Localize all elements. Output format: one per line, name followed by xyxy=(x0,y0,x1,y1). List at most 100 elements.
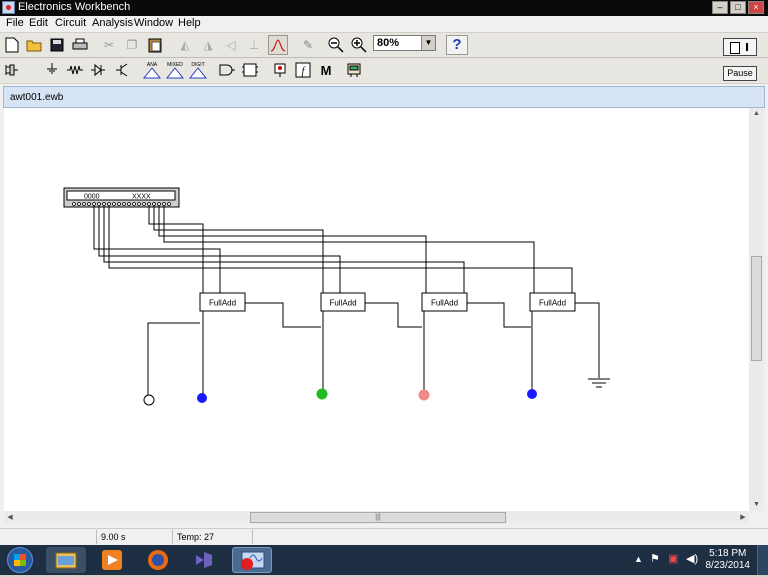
circuit-canvas[interactable]: 0000 XXXX FullAdd FullAdd FullAdd FullAd… xyxy=(4,108,749,511)
rotate-icon[interactable]: ◭ xyxy=(175,35,195,55)
menu-file[interactable]: File xyxy=(6,17,24,29)
sources-bin-icon[interactable] xyxy=(42,60,62,80)
show-hidden-icons-icon[interactable]: ▲ xyxy=(634,554,643,564)
basic-bin-icon[interactable] xyxy=(65,60,85,80)
volume-icon[interactable]: ◀) xyxy=(686,552,698,565)
mixed-ics-bin-icon[interactable]: MIXED xyxy=(164,60,186,80)
windows-logo-icon xyxy=(7,547,33,573)
save-icon[interactable] xyxy=(47,35,67,55)
menu-window[interactable]: Window xyxy=(134,17,173,29)
graph-icon[interactable] xyxy=(268,35,288,55)
digital-ics-bin-icon[interactable]: DIGIT xyxy=(187,60,209,80)
instruments-bin-icon[interactable] xyxy=(344,60,364,80)
clock-time: 5:18 PM xyxy=(709,548,747,559)
scroll-down-icon[interactable]: ▼ xyxy=(749,499,764,511)
pause-button[interactable]: Pause xyxy=(723,66,757,81)
media-player-taskbar-button[interactable] xyxy=(92,547,132,573)
full-adder-1[interactable]: FullAdd xyxy=(199,292,246,312)
probe-blue-2[interactable] xyxy=(527,389,537,399)
diodes-bin-icon[interactable] xyxy=(88,60,108,80)
ana-label: ANA xyxy=(147,62,158,68)
menu-analysis[interactable]: Analysis xyxy=(92,17,133,29)
full-adder-label: FullAdd xyxy=(431,299,458,308)
vertical-scroll-thumb[interactable] xyxy=(751,256,762,361)
title-bar: Electronics Workbench – □ × xyxy=(0,0,768,16)
logic-gates-bin-icon[interactable] xyxy=(217,60,237,80)
word-generator[interactable]: 0000 XXXX xyxy=(63,187,180,208)
transistors-bin-icon[interactable] xyxy=(112,60,132,80)
full-adder-3[interactable]: FullAdd xyxy=(421,292,468,312)
help-button[interactable]: ? xyxy=(446,35,468,55)
circuit-schematic: 0000 XXXX FullAdd FullAdd FullAdd FullAd… xyxy=(63,187,610,406)
analog-ics-bin-icon[interactable]: ANA xyxy=(141,60,163,80)
full-adder-label: FullAdd xyxy=(209,299,236,308)
show-desktop-button[interactable] xyxy=(757,545,768,575)
cut-icon[interactable]: ✂ xyxy=(99,35,119,55)
taskbar: ▲ ⚑ ▣ ◀) 5:18 PM 8/23/2014 xyxy=(0,545,768,575)
zoom-value: 80% xyxy=(377,37,400,49)
horizontal-scrollbar[interactable]: ◀ ||| ▶ xyxy=(4,511,749,524)
flip-horizontal-icon[interactable]: ◮ xyxy=(198,35,218,55)
new-file-icon[interactable] xyxy=(2,35,22,55)
full-adder-2[interactable]: FullAdd xyxy=(320,292,366,312)
flip-vertical-icon[interactable]: ◁ xyxy=(221,35,241,55)
menu-edit[interactable]: Edit xyxy=(29,17,48,29)
subcircuit-icon[interactable]: ⊥ xyxy=(244,35,264,55)
paste-icon[interactable] xyxy=(145,35,165,55)
status-empty xyxy=(252,530,768,544)
menu-circuit[interactable]: Circuit xyxy=(55,17,86,29)
close-button[interactable]: × xyxy=(748,1,764,14)
document-title: awt001.ewb xyxy=(10,92,64,103)
visual-studio-taskbar-button[interactable] xyxy=(184,547,224,573)
indicators-bin-icon[interactable] xyxy=(270,60,290,80)
window-title: Electronics Workbench xyxy=(18,1,131,13)
word-generator-right-display: XXXX xyxy=(132,194,151,201)
vertical-scrollbar[interactable]: ▲ ▼ xyxy=(749,108,764,511)
scroll-up-icon[interactable]: ▲ xyxy=(749,108,764,120)
start-button[interactable] xyxy=(5,547,35,573)
document-title-bar: awt001.ewb xyxy=(3,86,765,108)
full-adder-4[interactable]: FullAdd xyxy=(529,292,576,312)
clock[interactable]: 5:18 PM 8/23/2014 xyxy=(706,548,751,572)
probe-pink[interactable] xyxy=(418,389,430,401)
component-properties-icon[interactable]: ✎ xyxy=(298,35,318,55)
explorer-taskbar-button[interactable] xyxy=(46,547,86,573)
digital-bin-icon[interactable] xyxy=(240,60,260,80)
chevron-down-icon[interactable]: ▼ xyxy=(421,36,435,50)
electronics-workbench-taskbar-button[interactable] xyxy=(232,547,272,573)
maximize-button[interactable]: □ xyxy=(730,1,746,14)
mixed-label: MIXED xyxy=(167,62,183,68)
zoom-select[interactable]: 80% ▼ xyxy=(373,35,436,51)
ground-symbol[interactable] xyxy=(588,378,610,388)
misc-label: M xyxy=(321,63,332,78)
clock-date: 8/23/2014 xyxy=(705,560,751,571)
status-bar: 9.00 s Temp: 27 xyxy=(0,528,768,546)
controls-bin-icon[interactable]: f xyxy=(293,60,313,80)
print-icon[interactable] xyxy=(70,35,90,55)
scroll-left-icon[interactable]: ◀ xyxy=(4,511,16,524)
power-switch[interactable] xyxy=(723,38,757,56)
action-center-flag-icon[interactable]: ⚑ xyxy=(650,552,660,565)
minimize-button[interactable]: – xyxy=(712,1,728,14)
parts-bin-toolbar: ANA MIXED DIGIT f M xyxy=(0,58,768,83)
probe-white[interactable] xyxy=(143,394,155,406)
simulation-time: 9.00 s xyxy=(96,530,172,544)
word-generator-left-display: 0000 xyxy=(84,194,100,201)
probe-green[interactable] xyxy=(316,388,328,400)
miscellaneous-bin-icon[interactable]: M xyxy=(316,60,336,80)
scroll-right-icon[interactable]: ▶ xyxy=(737,511,749,524)
open-folder-icon[interactable] xyxy=(24,35,44,55)
menu-bar: File Edit Circuit Analysis Window Help xyxy=(0,16,768,32)
zoom-in-icon[interactable] xyxy=(349,35,369,55)
network-icon[interactable]: ▣ xyxy=(668,552,678,565)
copy-icon[interactable]: ❐ xyxy=(122,35,142,55)
firefox-taskbar-button[interactable] xyxy=(138,547,178,573)
zoom-out-icon[interactable] xyxy=(326,35,346,55)
digit-label: DIGIT xyxy=(191,62,204,68)
app-icon[interactable] xyxy=(2,1,15,14)
probe-blue[interactable] xyxy=(197,393,207,403)
horizontal-scroll-thumb[interactable]: ||| xyxy=(250,512,506,523)
favorites-bin-icon[interactable] xyxy=(2,60,22,80)
menu-help[interactable]: Help xyxy=(178,17,201,29)
temperature: Temp: 27 xyxy=(172,530,252,544)
